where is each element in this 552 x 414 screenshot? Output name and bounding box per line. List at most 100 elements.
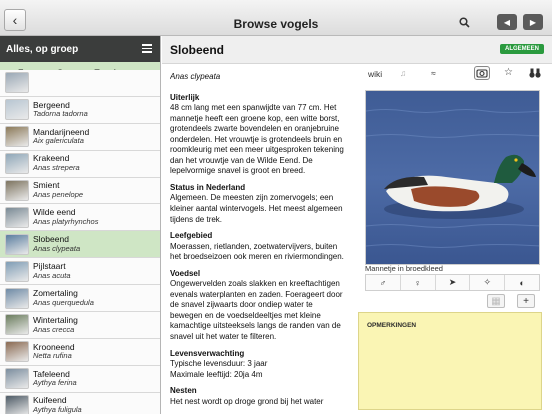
bird-latin-name: Anas clypeata bbox=[33, 243, 81, 253]
bird-thumbnail bbox=[5, 206, 29, 228]
section-text: Typische levensduur: 3 jaar Maximale lee… bbox=[170, 359, 268, 379]
bird-latin-name: Anas platyrhynchos bbox=[33, 216, 99, 226]
section-text: Het nest wordt op droge grond bij het wa… bbox=[170, 396, 324, 406]
section-text: Ongewervelden zoals slakken en kreeftach… bbox=[170, 279, 343, 342]
bird-thumbnail bbox=[5, 368, 29, 390]
media-toolbar: wiki ♫ ≈ ☆ bbox=[364, 66, 544, 84]
camera-button[interactable] bbox=[474, 66, 490, 80]
bird-list-item[interactable]: Smient Anas penelope bbox=[0, 177, 160, 205]
species-title: Slobeend bbox=[170, 43, 225, 57]
notes-title: OPMERKINGEN bbox=[367, 322, 417, 329]
bird-thumbnail bbox=[5, 99, 29, 121]
section-heading: Leefgebied bbox=[170, 231, 213, 241]
bird-text: Slobeend Anas clypeata bbox=[33, 234, 81, 253]
search-button[interactable] bbox=[456, 14, 472, 30]
bird-list-item[interactable]: Tafeleend Aythya ferina bbox=[0, 365, 160, 393]
next-bird-button[interactable]: ▶ bbox=[523, 14, 543, 30]
section-heading: Status in Nederland bbox=[170, 182, 246, 192]
previous-bird-button[interactable]: ◀ bbox=[497, 14, 517, 30]
camera-icon bbox=[476, 69, 488, 78]
bird-thumbnail bbox=[5, 287, 29, 309]
bird-list-item[interactable]: Wintertaling Anas crecca bbox=[0, 312, 160, 339]
bird-thumbnail bbox=[5, 126, 29, 148]
bird-latin-name: Anas acuta bbox=[33, 270, 71, 280]
section-text: 48 cm lang met een spanwijdte van 77 cm.… bbox=[170, 103, 344, 176]
section-text: Algemeen. De meesten zijn zomervogels; e… bbox=[170, 193, 343, 224]
bird-text: Bergeend Tadorna tadorna bbox=[33, 100, 88, 119]
bird-thumbnail bbox=[5, 180, 29, 201]
bird-latin-name: Netta rufina bbox=[33, 351, 72, 361]
section-heading: Voedsel bbox=[170, 268, 201, 278]
bird-list-item[interactable]: Wilde eend Anas platyrhynchos bbox=[0, 204, 160, 232]
add-button[interactable]: + bbox=[517, 294, 535, 308]
bird-list-item[interactable]: Kuifeend Aythya fuligula bbox=[0, 392, 160, 414]
triangle-left-icon: ◀ bbox=[503, 17, 511, 27]
bird-list-item[interactable]: Zomertaling Anas querquedula bbox=[0, 285, 160, 313]
male-icon[interactable]: ♂ bbox=[366, 275, 401, 290]
status-badge: ALGEMEEN bbox=[499, 44, 544, 54]
bird-latin-name: Anas crecca bbox=[33, 324, 75, 334]
search-icon bbox=[458, 16, 470, 28]
bird-list-item[interactable]: Krooneend Netta rufina bbox=[0, 338, 160, 366]
bird-text: Zomertaling Anas querquedula bbox=[33, 288, 94, 307]
triangle-right-icon: ▶ bbox=[529, 17, 537, 27]
bird-photo[interactable] bbox=[365, 90, 540, 265]
photo-caption: Mannetje in broedkleed bbox=[365, 264, 443, 273]
sidebar-title: Alles, op groep bbox=[6, 43, 79, 55]
bird-text: Wilde eend Anas platyrhynchos bbox=[33, 207, 99, 226]
latin-name: Anas clypeata bbox=[170, 72, 221, 81]
globe-icon[interactable]: ◐ bbox=[505, 275, 539, 290]
bird-text: Krakeend Anas strepera bbox=[33, 154, 80, 172]
bird-text: Wintertaling Anas crecca bbox=[33, 315, 78, 334]
bird-list-item[interactable]: Krakeend Anas strepera bbox=[0, 150, 160, 178]
binoculars-icon[interactable] bbox=[529, 68, 541, 81]
bird-thumbnail bbox=[5, 341, 29, 363]
wiki-link[interactable]: wiki bbox=[368, 69, 382, 79]
star-icon[interactable]: ☆ bbox=[504, 67, 513, 78]
bird-text: Mandarijneend Aix galericulata bbox=[33, 127, 89, 146]
bird-list: Bergeend Tadorna tadorna Mandarijneend Aix … bbox=[0, 70, 160, 414]
perched-bird-icon[interactable]: ➤ bbox=[436, 275, 471, 290]
bird-thumbnail bbox=[5, 314, 29, 336]
bird-latin-name: Aythya fuligula bbox=[33, 405, 82, 414]
grid-view-button[interactable]: ▦ bbox=[487, 294, 505, 308]
section-text: Moerassen, rietlanden, zoetwatervijvers,… bbox=[170, 241, 344, 262]
bird-latin-name: Anas penelope bbox=[33, 190, 84, 200]
hamburger-menu-icon[interactable] bbox=[142, 44, 152, 53]
bird-text: Smient Anas penelope bbox=[33, 181, 83, 199]
detail-header: Slobeend ALGEMEEN bbox=[162, 36, 552, 64]
plus-icon: + bbox=[523, 295, 529, 307]
bird-list-item[interactable]: Pijlstaart Anas acuta bbox=[0, 258, 160, 286]
bird-text: Pijlstaart Anas acuta bbox=[33, 261, 71, 280]
photo-icon-row: ♂ ♀ ➤ ✧ ◐ bbox=[365, 274, 540, 291]
bird-latin-name: Tadorna tadorna bbox=[33, 109, 88, 119]
shoveler-duck-image bbox=[366, 91, 539, 264]
section-heading: Nesten bbox=[170, 386, 197, 396]
music-note-icon[interactable]: ♫ bbox=[400, 68, 406, 78]
bird-list-item[interactable]: Mandarijneend Aix galericulata bbox=[0, 123, 160, 151]
flying-bird-icon[interactable]: ✧ bbox=[470, 275, 506, 290]
bird-thumbnail bbox=[5, 153, 29, 175]
bird-latin-name: Anas strepera bbox=[33, 163, 80, 173]
bird-list-item[interactable] bbox=[0, 70, 160, 97]
bird-text: Krooneend Netta rufina bbox=[33, 342, 75, 361]
bird-latin-name: Anas querquedula bbox=[33, 297, 94, 307]
bird-list-item[interactable]: Slobeend Anas clypeata bbox=[0, 231, 160, 259]
bird-thumbnail bbox=[5, 395, 29, 414]
top-bar: ‹ Browse vogels ◀ ▶ bbox=[0, 0, 552, 36]
notes-box[interactable]: OPMERKINGEN bbox=[358, 312, 542, 410]
sonogram-icon[interactable]: ≈ bbox=[431, 68, 436, 78]
bird-list-item[interactable]: Bergeend Tadorna tadorna bbox=[0, 96, 160, 124]
bird-thumbnail bbox=[5, 233, 29, 255]
grid-icon: ▦ bbox=[491, 295, 501, 307]
bird-thumbnail bbox=[5, 72, 29, 94]
sidebar: Alles, op groep ▼ Zwanen, Ganzen, Eenden… bbox=[0, 36, 161, 414]
bird-text: Tafeleend Aythya ferina bbox=[33, 369, 77, 388]
sidebar-header: Alles, op groep bbox=[0, 36, 160, 62]
bird-latin-name: Aythya ferina bbox=[33, 378, 77, 388]
bird-latin-name: Aix galericulata bbox=[33, 136, 84, 146]
female-icon[interactable]: ♀ bbox=[401, 275, 436, 290]
species-description: Anas clypeata Uiterlijk 48 cm lang met ee… bbox=[170, 72, 346, 414]
bird-text: Kuifeend Aythya fuligula bbox=[33, 396, 82, 414]
section-heading: Levensverwachting bbox=[170, 348, 245, 358]
